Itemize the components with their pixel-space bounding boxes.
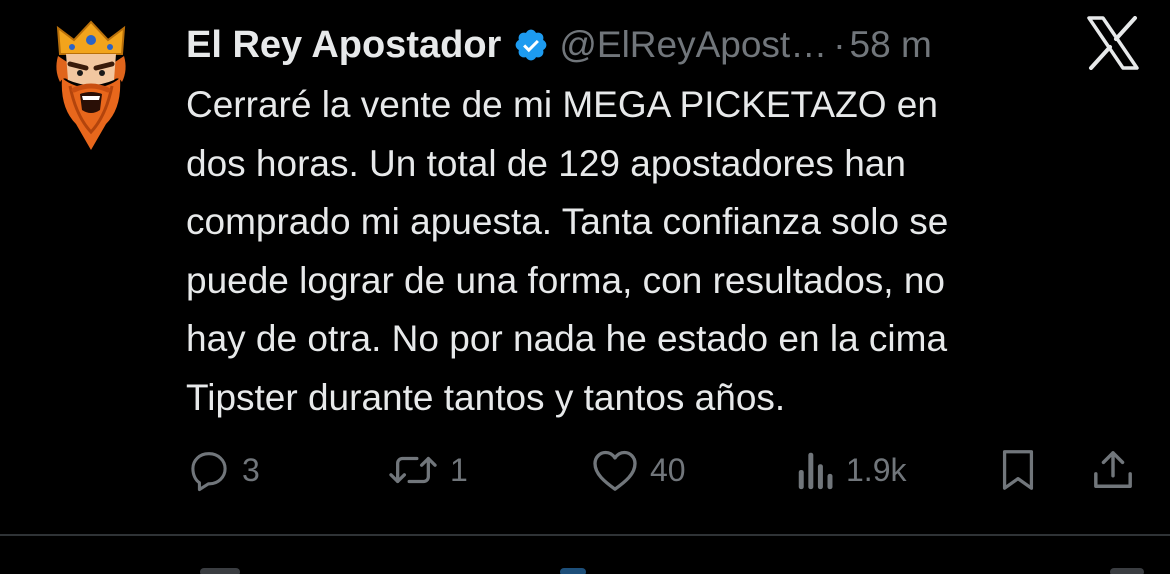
next-tweet-fragment: [1110, 568, 1144, 574]
author-avatar[interactable]: [50, 20, 132, 152]
tweet-header: El Rey Apostador @ElReyApost… · 58 m: [186, 20, 932, 70]
share-icon: [1094, 451, 1132, 488]
share-button[interactable]: [1092, 444, 1134, 496]
like-button[interactable]: 40: [590, 444, 686, 496]
x-logo-icon: [1085, 16, 1141, 70]
tweet[interactable]: El Rey Apostador @ElReyApost… · 58 m Cer…: [0, 0, 1170, 534]
retweet-button[interactable]: 1: [386, 444, 468, 496]
like-count: 40: [650, 451, 686, 488]
tweet-actions: 3 1 40 1.9k: [0, 444, 1170, 496]
author-display-name[interactable]: El Rey Apostador: [186, 24, 501, 67]
reply-icon: [191, 452, 227, 492]
reply-button[interactable]: 3: [186, 444, 260, 496]
reply-count: 3: [242, 451, 260, 488]
king-avatar-icon: [56, 20, 126, 150]
heart-icon: [593, 450, 637, 491]
next-tweet-fragment: [200, 568, 240, 574]
views-button[interactable]: 1.9k: [796, 444, 906, 496]
author-handle[interactable]: @ElReyApost…: [559, 24, 827, 66]
next-tweet-peek: [0, 536, 1170, 574]
views-count: 1.9k: [846, 451, 907, 488]
retweet-icon: [389, 456, 437, 484]
header-separator: ·: [833, 24, 846, 65]
tweet-text: Cerraré la vente de mi MEGA PICKETAZO en…: [186, 84, 949, 418]
verified-badge-icon[interactable]: [513, 27, 549, 63]
bookmark-button[interactable]: [998, 444, 1038, 496]
tweet-timestamp[interactable]: 58 m: [850, 24, 932, 66]
views-icon: [798, 452, 833, 490]
bookmark-icon: [1002, 450, 1034, 490]
next-tweet-fragment: [560, 568, 586, 574]
retweet-count: 1: [450, 451, 468, 488]
